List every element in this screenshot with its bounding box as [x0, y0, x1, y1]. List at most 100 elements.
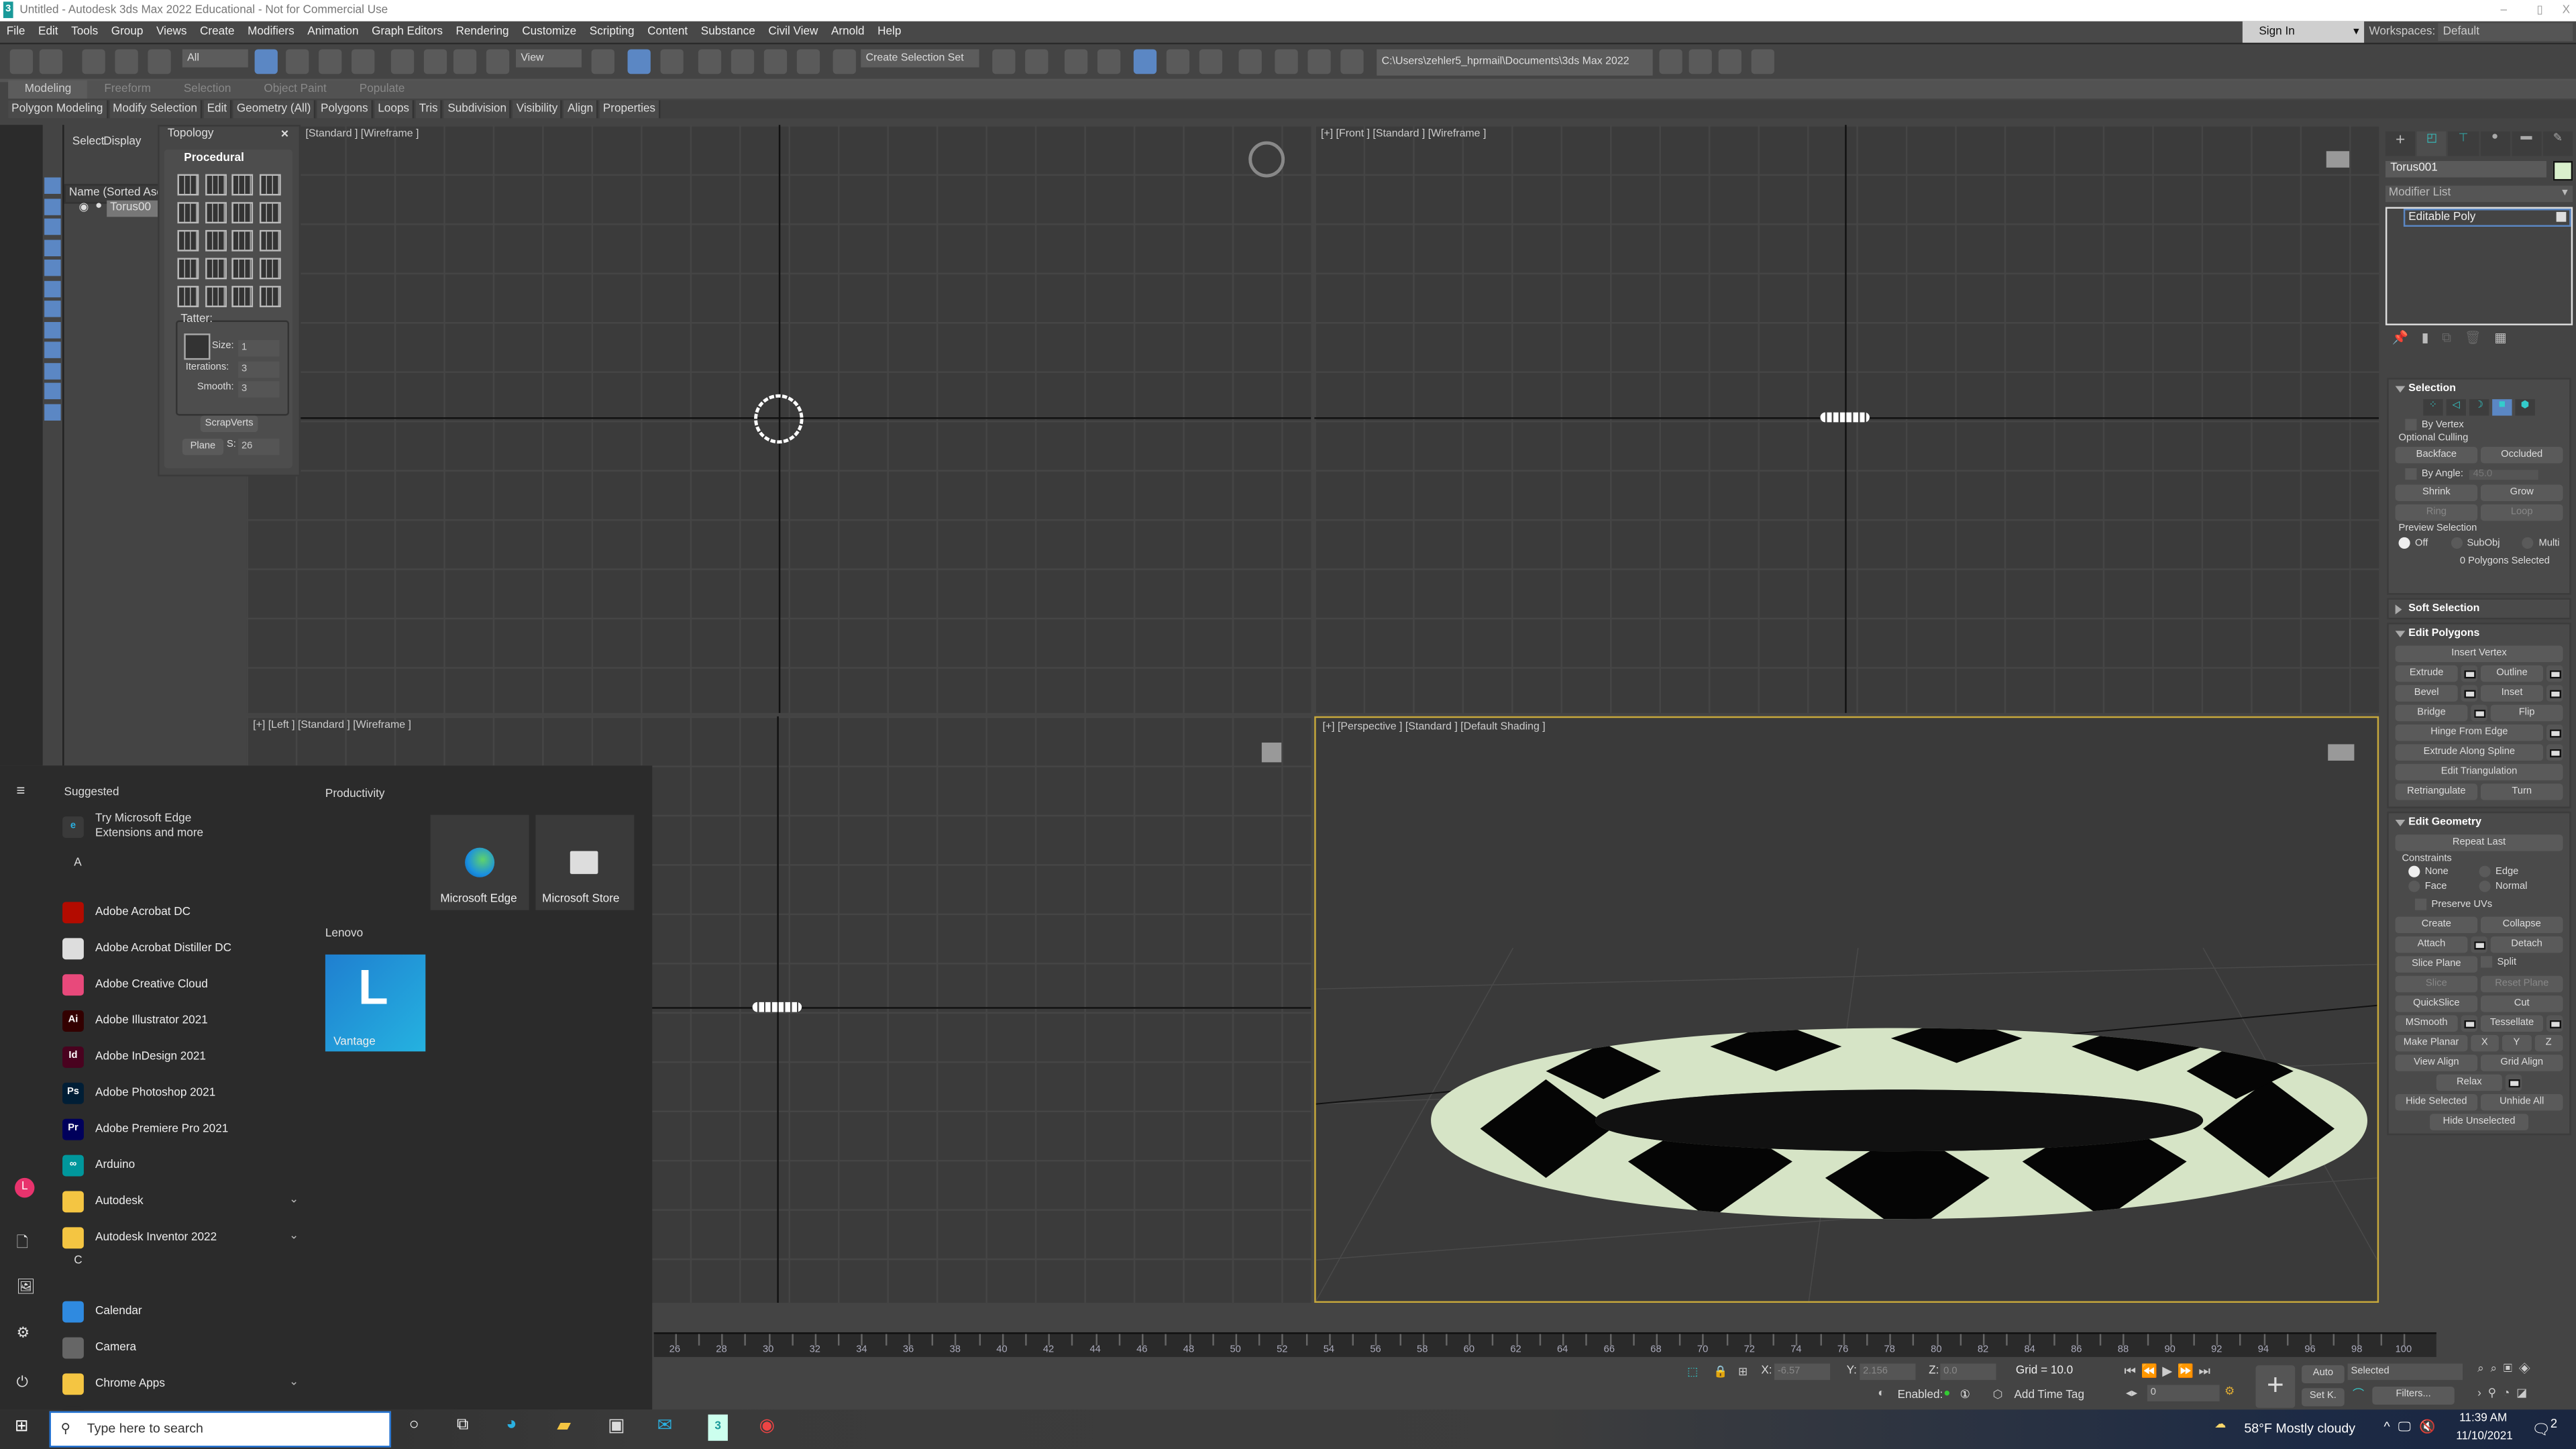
topology-pattern-button[interactable]: [177, 201, 199, 223]
msmooth-button[interactable]: MSmooth: [2395, 1016, 2458, 1032]
chevron-down-icon[interactable]: ⌄: [289, 1193, 299, 1205]
snaps-toggle-icon[interactable]: [698, 49, 722, 74]
preview-multi-radio[interactable]: Multi: [2522, 537, 2560, 549]
workspace-dropdown[interactable]: Default: [2438, 23, 2573, 42]
bind-space-warp-icon[interactable]: [148, 49, 171, 74]
constraint-normal-radio[interactable]: Normal: [2479, 881, 2550, 893]
tab-selection[interactable]: Selection: [167, 80, 248, 99]
topology-pattern-button[interactable]: [177, 285, 199, 307]
selection-rollout-header[interactable]: Selection: [2389, 380, 2569, 398]
grow-button[interactable]: Grow: [2480, 484, 2563, 502]
adaptive-degradation-icon[interactable]: ◐: [1878, 1388, 1884, 1399]
constraint-none-radio[interactable]: None: [2408, 866, 2479, 877]
filter-shapes-icon[interactable]: [44, 198, 61, 215]
ribbon-panel-loops[interactable]: Loops: [374, 100, 415, 119]
redo-icon[interactable]: [39, 49, 63, 74]
chrome-icon[interactable]: ◉: [759, 1415, 775, 1436]
edge-mode-icon[interactable]: ◁: [2446, 399, 2466, 416]
move-icon[interactable]: [390, 49, 415, 74]
select-by-name-icon[interactable]: [286, 49, 309, 74]
attach-settings-button[interactable]: [2471, 936, 2487, 954]
topology-pattern-button[interactable]: [204, 257, 226, 279]
topology-pattern-button[interactable]: [231, 201, 254, 223]
key-filter-dropdown[interactable]: Selected: [2347, 1363, 2463, 1381]
spinner-snap-icon[interactable]: [796, 49, 820, 74]
viewport-label[interactable]: [Standard ] [Wireframe ]: [306, 128, 419, 140]
extrude-along-spline-button[interactable]: Extrude Along Spline: [2395, 744, 2544, 761]
placement-icon[interactable]: [486, 49, 510, 74]
menu-graph-editors[interactable]: Graph Editors: [365, 26, 449, 38]
pictures-icon[interactable]: 🖼: [16, 1278, 35, 1296]
ring-button[interactable]: Ring: [2395, 504, 2478, 521]
tab-populate[interactable]: Populate: [343, 80, 421, 99]
viewcube-icon[interactable]: [1261, 742, 1282, 763]
rendered-frame-icon[interactable]: [1307, 49, 1331, 74]
shrink-button[interactable]: Shrink: [2395, 484, 2478, 502]
chevron-down-icon[interactable]: ⌄: [289, 1229, 299, 1242]
settings-gear-icon[interactable]: ⚙: [16, 1324, 30, 1342]
viewport-top[interactable]: [Standard ] [Wireframe ]: [246, 125, 1311, 713]
edit-polygons-rollout-header[interactable]: Edit Polygons: [2389, 625, 2569, 643]
hamburger-menu-icon[interactable]: ≡: [16, 782, 25, 798]
slice-plane-button[interactable]: Slice Plane: [2395, 957, 2478, 973]
curve-editor-icon[interactable]: [1166, 49, 1190, 74]
material-editor-icon[interactable]: [1238, 49, 1262, 74]
menu-create[interactable]: Create: [193, 26, 241, 38]
menu-modifiers[interactable]: Modifiers: [241, 26, 301, 38]
planar-z-button[interactable]: Z: [2534, 1035, 2563, 1053]
unhide-all-button[interactable]: Unhide All: [2480, 1094, 2563, 1112]
viewport-navigation-icons[interactable]: ⌕⌕▣◈: [2477, 1364, 2537, 1377]
modifier-list-dropdown[interactable]: Modifier List ▾: [2385, 185, 2573, 203]
ribbon-panel-polygon-modeling[interactable]: Polygon Modeling: [8, 100, 108, 119]
menu-help[interactable]: Help: [871, 26, 908, 38]
render-icon[interactable]: [1340, 49, 1364, 74]
smooth-spinner[interactable]: 3: [238, 381, 280, 398]
topology-pattern-button[interactable]: [258, 174, 280, 196]
visibility-eye-icon[interactable]: ◉: [79, 201, 89, 213]
topology-pattern-button[interactable]: [258, 229, 280, 252]
keyboard-shortcut-icon[interactable]: [660, 49, 684, 74]
element-mode-icon[interactable]: ⬢: [2515, 399, 2535, 416]
viewport-perspective[interactable]: [+] [Perspective ] [Standard ] [Default …: [1314, 716, 2379, 1303]
angle-snap-icon[interactable]: [731, 49, 755, 74]
align-icon[interactable]: [1025, 49, 1049, 74]
detach-button[interactable]: Detach: [2490, 936, 2563, 954]
make-planar-button[interactable]: Make Planar: [2395, 1035, 2467, 1053]
viewcube-icon[interactable]: [2328, 744, 2355, 761]
topology-pattern-button[interactable]: [177, 229, 199, 252]
size-spinner[interactable]: 1: [238, 339, 280, 357]
tab-display[interactable]: Display: [103, 136, 141, 148]
power-icon[interactable]: ⏻: [16, 1373, 28, 1391]
bevel-settings-button[interactable]: [2461, 685, 2478, 702]
filter-xrefs-icon[interactable]: [44, 321, 61, 338]
mail-icon[interactable]: ✉: [657, 1415, 673, 1436]
app-list-item[interactable]: Adobe Creative Cloud: [62, 971, 208, 997]
ribbon-panel-visibility[interactable]: Visibility: [513, 100, 563, 119]
by-vertex-checkbox[interactable]: By Vertex: [2405, 419, 2553, 431]
lock-icon[interactable]: 🔒: [1713, 1365, 1727, 1379]
link-icon[interactable]: [82, 49, 105, 74]
preserve-uvs-checkbox[interactable]: Preserve UVs: [2415, 899, 2543, 911]
torus-wireframe-front[interactable]: [1820, 412, 1870, 423]
viewport-front[interactable]: [+] [Front ] [Standard ] [Wireframe ]: [1314, 125, 2379, 713]
user-avatar[interactable]: L: [15, 1177, 35, 1198]
msmooth-settings-button[interactable]: [2461, 1016, 2478, 1032]
ribbon-panel-subdivision[interactable]: Subdivision: [444, 100, 512, 119]
set-project-icon[interactable]: [1751, 49, 1774, 74]
iterations-spinner[interactable]: 3: [238, 361, 280, 378]
topology-pattern-button[interactable]: [177, 174, 199, 196]
slice-button[interactable]: Slice: [2395, 976, 2478, 994]
grid-align-button[interactable]: Grid Align: [2480, 1055, 2563, 1072]
minimize-button[interactable]: –: [2485, 0, 2522, 21]
tessellate-settings-button[interactable]: [2546, 1016, 2563, 1032]
app-list-item[interactable]: Id Adobe InDesign 2021: [62, 1043, 206, 1069]
bridge-button[interactable]: Bridge: [2395, 705, 2468, 722]
border-mode-icon[interactable]: ☽: [2469, 399, 2489, 416]
filter-space-warps-icon[interactable]: [44, 280, 61, 297]
filter-bones-icon[interactable]: [44, 341, 61, 358]
edge-suggestion[interactable]: e Try Microsoft Edge Extensions and more: [62, 812, 203, 841]
topology-pattern-button[interactable]: [231, 285, 254, 307]
constraint-face-radio[interactable]: Face: [2408, 881, 2479, 893]
search-input[interactable]: ⚲ Type here to search: [49, 1411, 391, 1448]
close-button[interactable]: X: [2548, 0, 2576, 21]
